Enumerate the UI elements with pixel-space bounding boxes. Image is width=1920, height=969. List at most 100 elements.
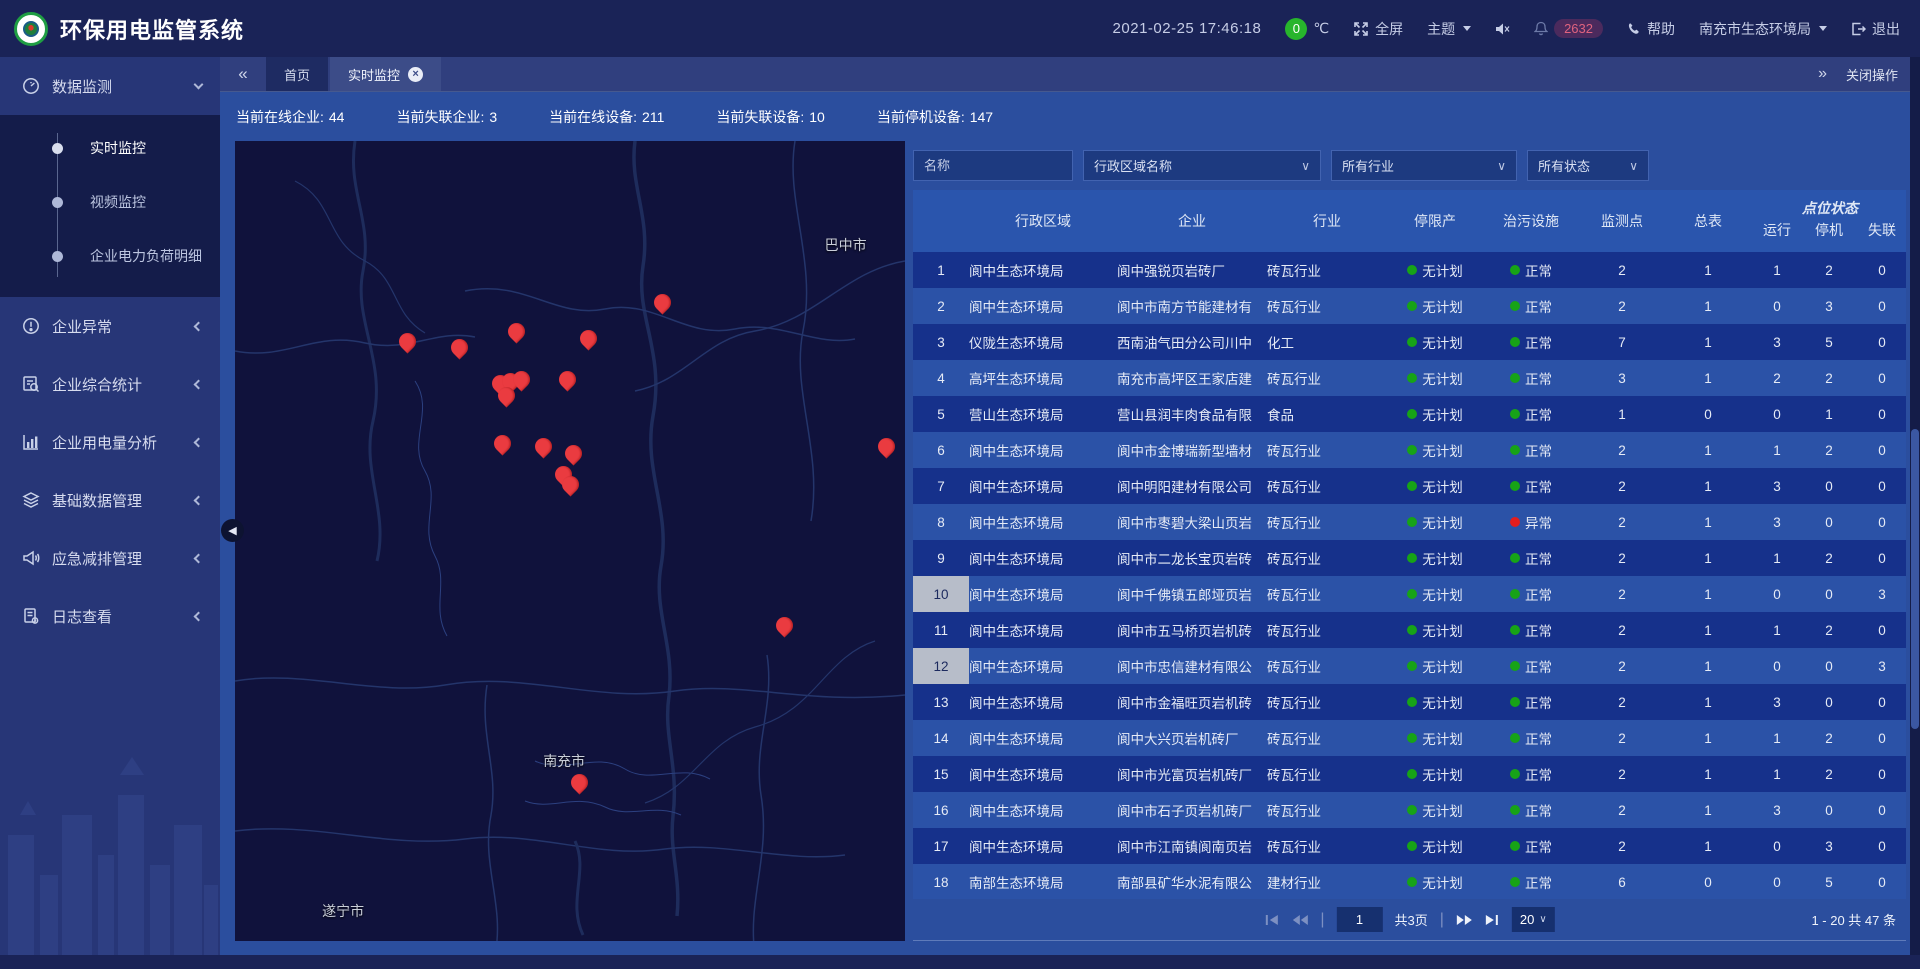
tab-scroll-right-icon[interactable]: » xyxy=(1818,65,1824,83)
cell-run: 1 xyxy=(1751,252,1803,288)
theme-dropdown[interactable]: 主题 xyxy=(1427,19,1471,39)
cell-points: 3 xyxy=(1579,360,1665,396)
table-row[interactable]: 9阆中生态环境局阆中市二龙长宝页岩砖砖瓦行业无计划正常21120 xyxy=(913,540,1906,576)
cell-run: 2 xyxy=(1751,360,1803,396)
row-index: 2 xyxy=(913,288,969,324)
cell-meter: 1 xyxy=(1665,540,1751,576)
mute-button[interactable] xyxy=(1495,22,1510,36)
last-page-icon[interactable] xyxy=(1485,914,1500,926)
sidebar-item-enterprise-abnormal[interactable]: 企业异常 xyxy=(0,297,220,355)
table-row[interactable]: 17阆中生态环境局阆中市江南镇阆南页岩砖瓦行业无计划正常21030 xyxy=(913,828,1906,864)
cell-lost: 0 xyxy=(1855,684,1906,720)
table-row[interactable]: 2阆中生态环境局阆中市南方节能建材有砖瓦行业无计划正常21030 xyxy=(913,288,1906,324)
region-filter-select[interactable]: 行政区域名称∨ xyxy=(1083,150,1321,181)
status-filter-select[interactable]: 所有状态∨ xyxy=(1527,150,1649,181)
table-row[interactable]: 7阆中生态环境局阆中明阳建材有限公司砖瓦行业无计划正常21300 xyxy=(913,468,1906,504)
row-index: 10 xyxy=(913,576,969,612)
notifications[interactable]: 2632 xyxy=(1534,19,1603,38)
cell-region: 阆中生态环境局 xyxy=(969,756,1117,792)
cell-stop: 0 xyxy=(1803,576,1855,612)
page-size-select[interactable]: 20∨ xyxy=(1512,907,1555,932)
status-dot xyxy=(1407,769,1417,779)
sidebar-item-video-monitoring[interactable]: 视频监控 xyxy=(0,175,220,229)
cell-region: 阆中生态环境局 xyxy=(969,504,1117,540)
logout-button[interactable]: 退出 xyxy=(1851,19,1900,39)
table-row[interactable]: 16阆中生态环境局阆中市石子页岩机砖厂砖瓦行业无计划正常21300 xyxy=(913,792,1906,828)
status-dot xyxy=(1510,733,1520,743)
table-row[interactable]: 4高坪生态环境局南充市高坪区王家店建砖瓦行业无计划正常31220 xyxy=(913,360,1906,396)
sidebar-item-base-data[interactable]: 基础数据管理 xyxy=(0,471,220,529)
industry-filter-select[interactable]: 所有行业∨ xyxy=(1331,150,1517,181)
name-filter-input[interactable] xyxy=(913,150,1073,181)
help-button[interactable]: 帮助 xyxy=(1627,19,1675,39)
sidebar-item-realtime-monitoring[interactable]: 实时监控 xyxy=(0,121,220,175)
status-dot xyxy=(1510,481,1520,491)
cell-facility-status: 正常 xyxy=(1483,828,1579,864)
pagination-bar: | 共3页 | 20∨ 1 - 20 共 47 xyxy=(913,899,1906,941)
cell-points: 2 xyxy=(1579,540,1665,576)
bullet-icon xyxy=(52,143,63,154)
fullscreen-button[interactable]: 全屏 xyxy=(1353,19,1403,39)
sidebar-item-enterprise-statistics[interactable]: 企业综合统计 xyxy=(0,355,220,413)
table-row[interactable]: 1阆中生态环境局阆中强锐页岩砖厂砖瓦行业无计划正常21120 xyxy=(913,252,1906,288)
col-industry: 行业 xyxy=(1267,190,1387,252)
cell-stop: 2 xyxy=(1803,540,1855,576)
close-operations-button[interactable]: 关闭操作 xyxy=(1846,65,1898,84)
cell-stop: 2 xyxy=(1803,432,1855,468)
table-row[interactable]: 14阆中生态环境局阆中大兴页岩机砖厂砖瓦行业无计划正常21120 xyxy=(913,720,1906,756)
window-scrollbar[interactable] xyxy=(1910,57,1920,955)
cell-meter: 1 xyxy=(1665,432,1751,468)
table-row[interactable]: 11阆中生态环境局阆中市五马桥页岩机砖砖瓦行业无计划正常21120 xyxy=(913,612,1906,648)
cell-facility-status: 正常 xyxy=(1483,360,1579,396)
col-facility: 治污设施 xyxy=(1483,190,1579,252)
table-row[interactable]: 18南部生态环境局南部县矿华水泥有限公建材行业无计划正常60050 xyxy=(913,864,1906,899)
sidebar-item-electricity-analysis[interactable]: 企业用电量分析 xyxy=(0,413,220,471)
row-index: 16 xyxy=(913,792,969,828)
table-row[interactable]: 3仪陇生态环境局西南油气田分公司川中化工无计划正常71350 xyxy=(913,324,1906,360)
table-row[interactable]: 8阆中生态环境局阆中市枣碧大梁山页岩砖瓦行业无计划异常21300 xyxy=(913,504,1906,540)
cell-lost: 0 xyxy=(1855,828,1906,864)
tab-close-icon[interactable]: × xyxy=(408,67,423,82)
cell-limit-status: 无计划 xyxy=(1387,360,1483,396)
tab-scroll-left-icon[interactable]: « xyxy=(220,57,266,91)
sidebar-item-power-load-detail[interactable]: 企业电力负荷明细 xyxy=(0,229,220,283)
cell-points: 2 xyxy=(1579,468,1665,504)
page-number-input[interactable] xyxy=(1336,907,1382,932)
notification-count-badge: 2632 xyxy=(1554,19,1603,38)
sidebar-collapse-button[interactable]: ◀ xyxy=(221,519,244,542)
cell-company: 阆中市江南镇阆南页岩 xyxy=(1117,828,1267,864)
status-dot xyxy=(1510,697,1520,707)
cell-facility-status: 正常 xyxy=(1483,432,1579,468)
table-row[interactable]: 6阆中生态环境局阆中市金博瑞新型墙材砖瓦行业无计划正常21120 xyxy=(913,432,1906,468)
map-panel[interactable]: 巴中市南充市遂宁市 xyxy=(235,141,905,941)
table-row[interactable]: 10阆中生态环境局阆中千佛镇五郎垭页岩砖瓦行业无计划正常21003 xyxy=(913,576,1906,612)
sidebar-item-emergency-reduction[interactable]: 应急减排管理 xyxy=(0,529,220,587)
cell-run: 1 xyxy=(1751,612,1803,648)
col-region: 行政区域 xyxy=(969,190,1117,252)
tab-home[interactable]: 首页 xyxy=(266,57,328,91)
col-run: 运行 xyxy=(1751,220,1803,252)
sidebar-item-data-monitoring[interactable]: 数据监测 xyxy=(0,57,220,115)
next-page-icon[interactable] xyxy=(1456,914,1473,926)
cell-lost: 3 xyxy=(1855,576,1906,612)
megaphone-icon xyxy=(22,549,40,567)
status-dot xyxy=(1407,517,1417,527)
row-index: 3 xyxy=(913,324,969,360)
prev-page-icon[interactable] xyxy=(1291,914,1308,926)
cell-meter: 1 xyxy=(1665,720,1751,756)
table-row[interactable]: 15阆中生态环境局阆中市光富页岩机砖厂砖瓦行业无计划正常21120 xyxy=(913,756,1906,792)
org-dropdown[interactable]: 南充市生态环境局 xyxy=(1699,19,1827,39)
cell-meter: 1 xyxy=(1665,576,1751,612)
cell-industry: 砖瓦行业 xyxy=(1267,792,1387,828)
cell-stop: 3 xyxy=(1803,828,1855,864)
col-meter: 总表 xyxy=(1665,190,1751,252)
tab-realtime-monitoring[interactable]: 实时监控 × xyxy=(330,57,441,91)
table-row[interactable]: 13阆中生态环境局阆中市金福旺页岩机砖砖瓦行业无计划正常21300 xyxy=(913,684,1906,720)
cell-lost: 0 xyxy=(1855,540,1906,576)
cell-meter: 1 xyxy=(1665,756,1751,792)
table-row[interactable]: 12阆中生态环境局阆中市忠信建材有限公砖瓦行业无计划正常21003 xyxy=(913,648,1906,684)
first-page-icon[interactable] xyxy=(1264,914,1279,926)
table-row[interactable]: 5营山生态环境局营山县润丰肉食品有限食品无计划正常10010 xyxy=(913,396,1906,432)
sidebar-item-log-view[interactable]: 日志查看 xyxy=(0,587,220,645)
scrollbar-thumb[interactable] xyxy=(1911,429,1919,729)
